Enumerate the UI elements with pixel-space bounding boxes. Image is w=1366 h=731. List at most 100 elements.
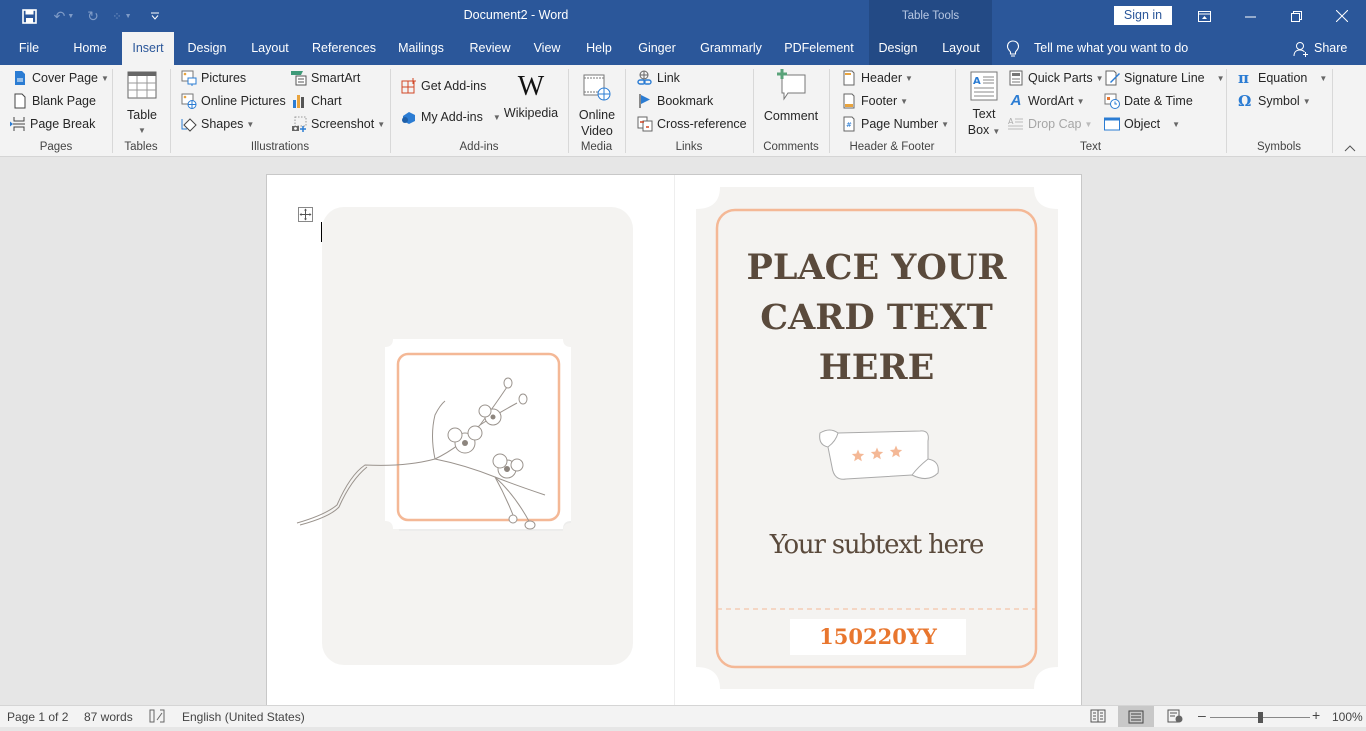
read-mode-icon (1090, 709, 1106, 723)
symbol-button[interactable]: Ω Symbol ▼ (1238, 91, 1311, 111)
text-cursor (321, 222, 322, 242)
chart-icon (293, 95, 304, 108)
quick-parts-button[interactable]: Quick Parts ▼ (1008, 68, 1104, 88)
word-count[interactable]: 87 words (84, 710, 133, 724)
share-button[interactable]: Share (1293, 32, 1347, 65)
get-addins-button[interactable]: Get Add-ins (401, 76, 486, 96)
document-page[interactable]: PLACE YOUR CARD TEXT HERE Your subtext h… (266, 174, 1082, 705)
collapse-ribbon-button[interactable] (1344, 141, 1360, 155)
online-pictures-button[interactable]: Online Pictures (181, 91, 286, 111)
comment-icon (777, 69, 806, 101)
drop-cap-icon: A (1008, 117, 1023, 130)
web-layout-button[interactable] (1167, 709, 1183, 726)
tell-me-search[interactable]: Tell me what you want to do (1006, 32, 1188, 65)
zoom-out-button[interactable]: – (1198, 707, 1206, 723)
cross-reference-button[interactable]: Cross-reference (637, 114, 747, 134)
wikipedia-button[interactable]: W Wikipedia (502, 73, 560, 121)
table-button[interactable]: Table ▼ (120, 71, 164, 139)
card-heading[interactable]: PLACE YOUR CARD TEXT HERE (717, 243, 1036, 393)
table-move-handle[interactable] (298, 207, 313, 222)
online-video-button[interactable]: Online Video (575, 73, 619, 139)
smartart-button[interactable]: SmartArt (291, 68, 360, 88)
shapes-button[interactable]: Shapes ▼ (181, 114, 254, 134)
drop-cap-button[interactable]: A Drop Cap ▼ (1008, 114, 1092, 134)
date-time-button[interactable]: Date & Time (1104, 91, 1193, 111)
footer-button[interactable]: Footer ▼ (841, 91, 908, 111)
document-canvas: PLACE YOUR CARD TEXT HERE Your subtext h… (0, 158, 1366, 705)
card-code[interactable]: 150220YY (790, 619, 966, 655)
sign-in-button[interactable]: Sign in (1114, 6, 1172, 25)
online-pictures-icon (181, 93, 197, 109)
bookmark-icon (639, 94, 650, 108)
move-arrows-icon (299, 208, 312, 221)
header-button[interactable]: Header ▼ (841, 68, 913, 88)
pictures-button[interactable]: Pictures (181, 68, 246, 88)
page-break-button[interactable]: Page Break (10, 114, 95, 134)
signature-line-button[interactable]: Signature Line ▼ (1104, 68, 1225, 88)
link-button[interactable]: Link (637, 68, 680, 88)
comment-button[interactable]: Comment (761, 69, 821, 124)
zoom-level[interactable]: 100% (1332, 710, 1363, 724)
my-addins-button[interactable]: My Add-ins ▼ (401, 107, 501, 127)
tell-me-label: Tell me what you want to do (1034, 41, 1189, 55)
tab-grammarly[interactable]: Grammarly (695, 32, 767, 65)
tab-file[interactable]: File (8, 32, 50, 65)
tab-view[interactable]: View (528, 32, 566, 65)
tab-insert[interactable]: Insert (122, 32, 174, 65)
tab-references[interactable]: References (308, 32, 380, 65)
tab-layout[interactable]: Layout (244, 32, 296, 65)
print-layout-button[interactable] (1118, 706, 1154, 727)
group-label-text: Text (1079, 141, 1102, 153)
screenshot-button[interactable]: Screenshot ▼ (291, 114, 385, 134)
blank-page-button[interactable]: Blank Page (12, 91, 96, 111)
object-button[interactable]: Object ▼ (1104, 114, 1180, 134)
wordart-button[interactable]: A WordArt ▼ (1008, 91, 1085, 111)
tab-help[interactable]: Help (580, 32, 618, 65)
tab-table-design[interactable]: Design (872, 32, 924, 65)
svg-text:A: A (973, 76, 981, 87)
text-box-button[interactable]: A Text Box ▼ (962, 71, 1006, 140)
share-person-icon (1293, 41, 1308, 57)
page-count[interactable]: Page 1 of 2 (7, 710, 68, 724)
equation-button[interactable]: π Equation ▼ (1238, 68, 1327, 88)
chart-button[interactable]: Chart (291, 91, 342, 111)
table-column-divider (674, 175, 675, 705)
language[interactable]: English (United States) (182, 710, 305, 724)
tab-mailings[interactable]: Mailings (392, 32, 450, 65)
share-label: Share (1314, 41, 1348, 55)
tab-table-layout[interactable]: Layout (936, 32, 986, 65)
online-video-icon (583, 74, 611, 101)
tab-design[interactable]: Design (181, 32, 233, 65)
group-label-pages: Pages (39, 141, 73, 153)
group-label-illustrations: Illustrations (250, 141, 310, 153)
proofing-book-icon (149, 709, 165, 723)
minimize-button[interactable] (1227, 0, 1273, 32)
cover-page-button[interactable]: Cover Page ▼ (12, 68, 109, 88)
zoom-in-button[interactable]: + (1312, 707, 1320, 723)
pictures-icon (181, 70, 197, 86)
tab-review[interactable]: Review (464, 32, 516, 65)
quick-parts-icon (1009, 70, 1023, 86)
tab-ginger[interactable]: Ginger (632, 32, 682, 65)
print-layout-icon (1128, 710, 1144, 724)
restore-button[interactable] (1273, 0, 1319, 32)
bookmark-button[interactable]: Bookmark (637, 91, 713, 111)
title-bar: ↶ ▼ ↻ ⁘ ▼ Document2 - Word Table Tools Sig… (0, 0, 1366, 32)
tab-home[interactable]: Home (64, 32, 116, 65)
proofing-button[interactable] (149, 709, 165, 726)
card-subtext[interactable]: Your subtext here (717, 530, 1036, 560)
minimize-icon (1244, 16, 1256, 17)
page-break-icon (10, 117, 25, 131)
smartart-icon (291, 71, 307, 86)
read-mode-button[interactable] (1090, 709, 1106, 726)
link-icon (637, 70, 652, 85)
wikipedia-icon: W (517, 71, 545, 102)
ribbon-display-options-button[interactable] (1181, 0, 1227, 32)
wordart-icon: A (1010, 92, 1022, 109)
close-button[interactable] (1319, 0, 1365, 32)
page-number-button[interactable]: # Page Number ▼ (841, 114, 949, 134)
zoom-slider-thumb[interactable] (1258, 712, 1263, 723)
ribbon-tabs: File Home Insert Design Layout Reference… (0, 32, 1366, 65)
svg-text:A: A (1008, 117, 1014, 126)
tab-pdfelement[interactable]: PDFelement (783, 32, 855, 65)
